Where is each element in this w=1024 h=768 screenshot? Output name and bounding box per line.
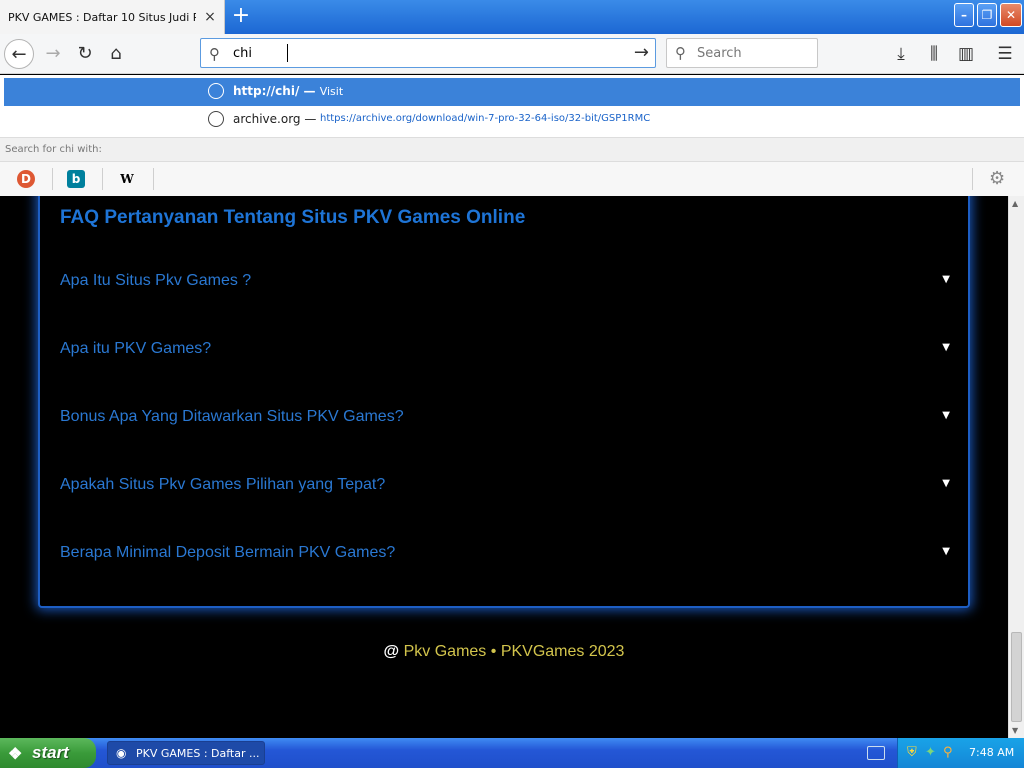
browser-tab[interactable]: PKV GAMES : Daftar 10 Situs Judi Poker × — [0, 0, 225, 34]
expand-arrow-icon[interactable]: ▼ — [942, 342, 950, 353]
bing-icon[interactable]: b — [67, 170, 85, 188]
faq-item[interactable]: Bonus Apa Yang Ditawarkan Situs PKV Game… — [60, 408, 950, 432]
home-icon[interactable]: ⌂ — [101, 39, 131, 69]
footer-at: @ — [383, 643, 400, 660]
address-bar[interactable]: ⚲ chi → — [200, 38, 656, 68]
expand-arrow-icon[interactable]: ▼ — [942, 478, 950, 489]
shield-icon[interactable]: ⛨ — [907, 745, 917, 760]
globe-icon — [208, 83, 224, 99]
engine-divider — [102, 168, 103, 190]
page-footer: @ Pkv Games • PKVGames 2023 — [0, 643, 1008, 661]
text-cursor — [287, 44, 289, 62]
start-button[interactable]: ❖ start — [0, 738, 96, 768]
footer-link-pkvgames-2023[interactable]: PKVGames 2023 — [501, 643, 625, 660]
faq-item[interactable]: Apa itu PKV Games? ▼ — [60, 340, 950, 364]
expand-arrow-icon[interactable]: ▼ — [942, 546, 950, 557]
taskbar: ❖ start ◉ PKV GAMES : Daftar ... ⛨ ✦ ⚲ 7… — [0, 738, 1024, 768]
firefox-icon: ◉ — [116, 746, 127, 760]
web-page: FAQ Pertanyanan Tentang Situs PKV Games … — [0, 196, 1008, 738]
back-icon[interactable]: ← — [4, 39, 34, 69]
footer-bullet: • — [490, 643, 497, 660]
clock: 7:48 AM — [969, 746, 1015, 759]
suggestion-text: http://chi/ — Visit — [233, 84, 344, 98]
forward-icon[interactable]: → — [38, 39, 68, 69]
faq-item[interactable]: Apa Itu Situs Pkv Games ? ▼ — [60, 272, 950, 296]
tab-title: PKV GAMES : Daftar 10 Situs Judi Poker — [8, 10, 196, 24]
reload-icon[interactable]: ↻ — [70, 39, 100, 69]
menu-icon[interactable]: ☰ — [990, 39, 1020, 69]
search-bar[interactable]: ⚲ Search — [666, 38, 818, 68]
suggestion-archive-org[interactable]: archive.org — https://archive.org/downlo… — [4, 106, 1020, 134]
duckduckgo-icon[interactable]: D — [17, 170, 35, 188]
expand-arrow-icon[interactable]: ▼ — [942, 410, 950, 421]
wikipedia-icon[interactable]: W — [118, 170, 136, 188]
address-input[interactable]: chi — [233, 46, 252, 61]
keyboard-icon[interactable] — [867, 746, 885, 760]
tab-strip: PKV GAMES : Daftar 10 Situs Judi Poker ×… — [0, 0, 1024, 34]
minimize-button[interactable]: – — [954, 3, 974, 27]
faq-item[interactable]: Berapa Minimal Deposit Bermain PKV Games… — [60, 544, 950, 568]
faq-question: Apa Itu Situs Pkv Games ? — [60, 272, 252, 289]
one-off-search-engines: D b W ⚙ — [0, 161, 1024, 196]
engine-divider — [972, 168, 973, 190]
faq-question: Apakah Situs Pkv Games Pilihan yang Tepa… — [60, 476, 386, 493]
engine-divider — [52, 168, 53, 190]
scrollbar-thumb[interactable] — [1011, 632, 1022, 722]
search-icon: ⚲ — [675, 44, 686, 62]
gear-icon[interactable]: ⚙ — [989, 168, 1005, 189]
faq-section: FAQ Pertanyanan Tentang Situs PKV Games … — [38, 196, 970, 608]
search-with-label: Search for chi with: — [5, 144, 102, 155]
search-with-header: Search for chi with: — [0, 137, 1024, 161]
faq-item[interactable]: Apakah Situs Pkv Games Pilihan yang Tepa… — [60, 476, 950, 500]
faq-question: Berapa Minimal Deposit Bermain PKV Games… — [60, 544, 396, 561]
library-icon[interactable]: ⫼ — [919, 39, 949, 69]
globe-icon — [208, 111, 224, 127]
taskbar-window-button[interactable]: ◉ PKV GAMES : Daftar ... — [107, 741, 265, 765]
scroll-down-icon[interactable]: ▼ — [1012, 726, 1018, 735]
faq-title: FAQ Pertanyanan Tentang Situs PKV Games … — [60, 207, 526, 228]
search-icon: ⚲ — [209, 45, 220, 63]
autocomplete-popup: http://chi/ — Visit archive.org — https:… — [0, 75, 1024, 196]
network-icon[interactable]: ✦ — [925, 745, 936, 760]
scroll-up-icon[interactable]: ▲ — [1012, 199, 1018, 208]
engine-divider — [153, 168, 154, 190]
sidebar-icon[interactable]: ▥ — [951, 39, 981, 69]
restore-button[interactable]: ❐ — [977, 3, 997, 27]
start-label: start — [32, 743, 69, 762]
suggestion-url: https://archive.org/download/win-7-pro-3… — [320, 113, 650, 124]
expand-arrow-icon[interactable]: ▼ — [942, 274, 950, 285]
screen: PKV GAMES : Daftar 10 Situs Judi Poker ×… — [0, 0, 1024, 768]
faq-question: Bonus Apa Yang Ditawarkan Situs PKV Game… — [60, 408, 404, 425]
search-placeholder: Search — [697, 46, 742, 61]
windows-logo-icon: ❖ — [8, 746, 23, 763]
footer-link-pkv-games[interactable]: Pkv Games — [404, 643, 487, 660]
suggestion-host: archive.org — — [233, 112, 317, 126]
close-window-button[interactable]: ✕ — [1000, 3, 1022, 27]
new-tab-icon[interactable]: + — [229, 5, 253, 29]
taskbar-window-label: PKV GAMES : Daftar ... — [136, 747, 260, 760]
downloads-icon[interactable]: ⤓ — [886, 39, 916, 69]
faq-question: Apa itu PKV Games? — [60, 340, 212, 357]
suggestion-visit-chi[interactable]: http://chi/ — Visit — [4, 78, 1020, 106]
go-arrow-icon[interactable]: → — [634, 42, 649, 63]
tab-close-icon[interactable]: × — [204, 10, 216, 24]
magnifier-icon[interactable]: ⚲ — [943, 745, 953, 760]
system-tray: ⛨ ✦ ⚲ 7:48 AM — [897, 738, 1024, 768]
vertical-scrollbar[interactable]: ▲ ▼ — [1008, 196, 1024, 738]
navigation-bar: ← → ↻ ⌂ ⚲ chi → ⚲ Search ⤓ ⫼ ▥ ☰ — [0, 34, 1024, 74]
